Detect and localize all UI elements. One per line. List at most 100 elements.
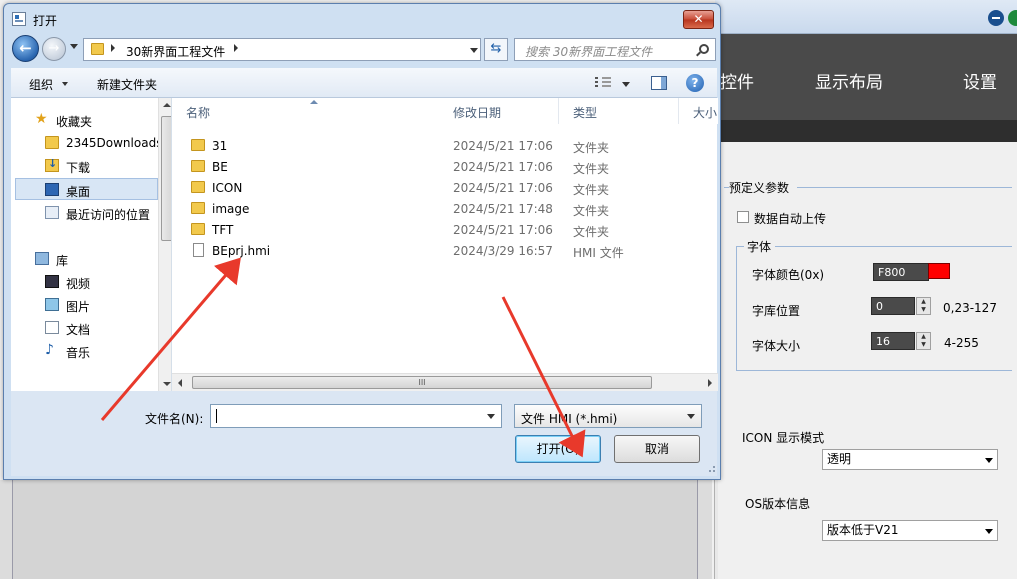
nav-item-videos[interactable]: 视频 <box>11 271 154 293</box>
nav-item-desktop[interactable]: 桌面 <box>15 178 158 200</box>
refresh-button[interactable]: ⇆ <box>484 38 508 61</box>
nav-item-label: 库 <box>56 254 69 268</box>
file-list-scroll-thumb[interactable]: III <box>192 376 652 389</box>
search-input[interactable]: 搜索 30新界面工程文件 <box>514 38 716 61</box>
nav-item-label: 桌面 <box>66 185 91 199</box>
video-icon <box>45 275 59 288</box>
font-color-input[interactable]: F800 <box>873 263 929 281</box>
file-row[interactable]: TFT 2024/5/21 17:06 文件夹 <box>172 219 702 240</box>
folder-icon <box>191 202 205 214</box>
background-menubar: 控件 显示布局 设置 <box>715 34 1017 142</box>
chevron-right-icon[interactable] <box>234 44 238 52</box>
menu-item-settings[interactable]: 设置 <box>963 68 997 93</box>
address-bar[interactable]: 30新界面工程文件 <box>83 38 481 61</box>
font-group-border <box>775 246 1012 247</box>
dialog-titlebar[interactable]: 打开 ✕ <box>4 4 720 34</box>
os-version-select[interactable]: 版本低于V21 <box>822 520 998 541</box>
history-dropdown-icon[interactable] <box>70 44 78 49</box>
chevron-down-icon[interactable] <box>487 414 495 419</box>
scroll-down-icon[interactable] <box>163 382 171 386</box>
menu-item-display-layout[interactable]: 显示布局 <box>815 68 883 93</box>
nav-item-2345downloads[interactable]: 2345Downloads <box>11 132 162 154</box>
address-path[interactable]: 30新界面工程文件 <box>126 43 225 60</box>
organize-button[interactable]: 组织 <box>29 76 53 93</box>
font-group-label: 字体 <box>747 240 772 254</box>
open-button[interactable]: 打开(O) <box>515 435 601 463</box>
font-size-spinner[interactable]: ▲ ▼ <box>916 332 931 350</box>
os-version-label: OS版本信息 <box>745 497 811 511</box>
library-position-spinner[interactable]: ▲ ▼ <box>916 297 931 315</box>
os-version-value: 版本低于V21 <box>827 523 899 537</box>
scroll-up-icon[interactable] <box>163 103 171 107</box>
icon-mode-select[interactable]: 透明 <box>822 449 998 470</box>
column-header-date[interactable]: 修改日期 <box>439 98 559 124</box>
help-icon[interactable]: ? <box>686 74 704 92</box>
nav-item-label: 音乐 <box>66 346 91 360</box>
nav-item-pictures[interactable]: 图片 <box>11 294 154 316</box>
file-row[interactable]: 31 2024/5/21 17:06 文件夹 <box>172 135 702 156</box>
filename-label: 文件名(N): <box>145 412 204 426</box>
cancel-button[interactable]: 取消 <box>614 435 700 463</box>
chevron-down-icon[interactable] <box>470 48 478 53</box>
dialog-toolbar: 组织 新建文件夹 ? <box>11 68 717 98</box>
file-row[interactable]: ICON 2024/5/21 17:06 文件夹 <box>172 177 702 198</box>
close-button[interactable]: ✕ <box>683 10 714 29</box>
nav-item-favorites[interactable]: ★ 收藏夹 <box>11 109 154 131</box>
column-header-size[interactable]: 大小 <box>679 98 718 124</box>
pictures-icon <box>45 298 59 311</box>
status-green-icon[interactable] <box>1008 10 1017 26</box>
folder-icon <box>191 139 205 151</box>
desktop-icon <box>45 183 59 196</box>
filename-input[interactable] <box>210 404 502 428</box>
file-type: 文件夹 <box>573 183 610 197</box>
nav-item-documents[interactable]: 文档 <box>11 317 154 339</box>
resize-grip[interactable] <box>709 466 715 472</box>
column-header-type[interactable]: 类型 <box>559 98 679 124</box>
nav-item-recent-places[interactable]: 最近访问的位置 <box>11 202 154 224</box>
preview-pane-icon[interactable] <box>651 76 667 90</box>
font-group-border <box>736 246 737 370</box>
scroll-left-icon[interactable] <box>178 379 182 387</box>
view-options-icon[interactable] <box>595 77 611 89</box>
nav-item-libraries[interactable]: 库 <box>11 248 154 270</box>
file-row[interactable]: BEprj.hmi 2024/3/29 16:57 HMI 文件 <box>172 240 702 261</box>
file-name: BE <box>212 160 228 174</box>
file-row[interactable]: image 2024/5/21 17:48 文件夹 <box>172 198 702 219</box>
filetype-value: 文件 HMI (*.hmi) <box>521 412 618 426</box>
chevron-down-icon[interactable] <box>622 82 630 87</box>
font-size-input[interactable]: 16 <box>871 332 915 350</box>
open-file-dialog: 打开 ✕ ← → 30新界面工程文件 ⇆ 搜索 30新界面工程文件 组织 新建文… <box>3 3 721 480</box>
filetype-select[interactable]: 文件 HMI (*.hmi) <box>514 404 702 428</box>
file-list-hscrollbar[interactable]: III <box>172 373 718 391</box>
chevron-right-icon[interactable] <box>111 44 115 52</box>
dialog-title: 打开 <box>33 14 58 28</box>
back-button[interactable]: ← <box>12 35 39 62</box>
font-color-swatch[interactable] <box>928 263 950 279</box>
chevron-down-icon <box>687 414 695 419</box>
file-row[interactable]: BE 2024/5/21 17:06 文件夹 <box>172 156 702 177</box>
file-date: 2024/5/21 17:06 <box>453 223 553 237</box>
file-type: 文件夹 <box>573 162 610 176</box>
folder-icon <box>191 223 205 235</box>
menu-item-controls[interactable]: 控件 <box>720 68 754 93</box>
icon-mode-label: ICON 显示模式 <box>742 431 825 445</box>
auto-upload-checkbox[interactable] <box>737 211 749 223</box>
nav-item-music[interactable]: ♪ 音乐 <box>11 340 154 362</box>
chevron-down-icon[interactable] <box>62 82 68 86</box>
nav-item-label: 下载 <box>66 161 91 175</box>
font-color-label: 字体颜色(0x) <box>752 268 825 282</box>
documents-icon <box>45 321 59 334</box>
nav-item-label: 视频 <box>66 277 91 291</box>
library-position-range: 0,23-127 <box>943 301 997 315</box>
folder-icon <box>91 43 104 55</box>
new-folder-button[interactable]: 新建文件夹 <box>97 76 157 93</box>
icon-mode-value: 透明 <box>827 452 852 466</box>
forward-button[interactable]: → <box>42 37 66 61</box>
chevron-down-icon <box>985 458 993 463</box>
nav-item-downloads[interactable]: 下载 <box>11 155 154 177</box>
library-position-input[interactable]: 0 <box>871 297 915 315</box>
nav-item-label: 收藏夹 <box>56 115 93 129</box>
scroll-right-icon[interactable] <box>708 379 712 387</box>
search-icon[interactable] <box>699 44 709 54</box>
minimize-icon[interactable] <box>988 10 1004 26</box>
